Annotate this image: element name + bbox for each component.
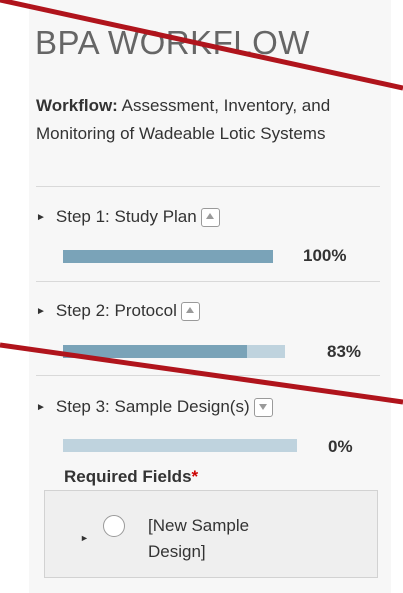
chevron-down-icon[interactable] xyxy=(253,397,273,417)
step-1-progress-text: 100% xyxy=(303,246,347,265)
step-3-progress-text: 0% xyxy=(328,437,353,456)
chevron-up-icon[interactable] xyxy=(180,301,200,321)
step-2-progress-text: 83% xyxy=(327,342,362,361)
triangle-right-icon[interactable]: ► xyxy=(36,306,46,317)
step-1-progress-bar xyxy=(63,250,273,263)
step-3-label[interactable]: Step 3: Sample Design(s) xyxy=(56,397,250,417)
step-2-progress-bar xyxy=(63,345,285,358)
workflow-description: Workflow: Assessment, Inventory, and Mon… xyxy=(36,92,396,148)
required-marker: * xyxy=(191,467,199,486)
chevron-up-icon[interactable] xyxy=(200,207,220,227)
divider xyxy=(36,375,380,376)
step-2-progress-fill xyxy=(63,345,248,358)
divider xyxy=(36,281,380,282)
triangle-right-icon[interactable]: ► xyxy=(36,402,46,413)
sample-design-item[interactable]: [New Sample Design] xyxy=(148,513,298,565)
step-2-row[interactable]: ► Step 2: Protocol xyxy=(36,297,200,325)
workflow-label: Workflow: xyxy=(36,96,118,115)
triangle-right-icon[interactable]: ► xyxy=(36,212,46,223)
step-1-progress-fill xyxy=(63,250,273,263)
divider xyxy=(36,186,380,187)
page-title: BPA WORKFLOW xyxy=(35,24,310,61)
step-1-row[interactable]: ► Step 1: Study Plan xyxy=(36,203,220,231)
step-3-progress-bar xyxy=(63,439,297,452)
radio-circle-icon[interactable] xyxy=(103,515,125,537)
triangle-right-icon[interactable]: ► xyxy=(80,533,89,543)
required-fields-label: Required Fields* xyxy=(64,467,198,487)
step-2-label[interactable]: Step 2: Protocol xyxy=(56,301,177,321)
required-fields-text: Required Fields xyxy=(64,467,192,486)
step-1-label[interactable]: Step 1: Study Plan xyxy=(56,207,197,227)
step-3-row[interactable]: ► Step 3: Sample Design(s) xyxy=(36,393,273,421)
